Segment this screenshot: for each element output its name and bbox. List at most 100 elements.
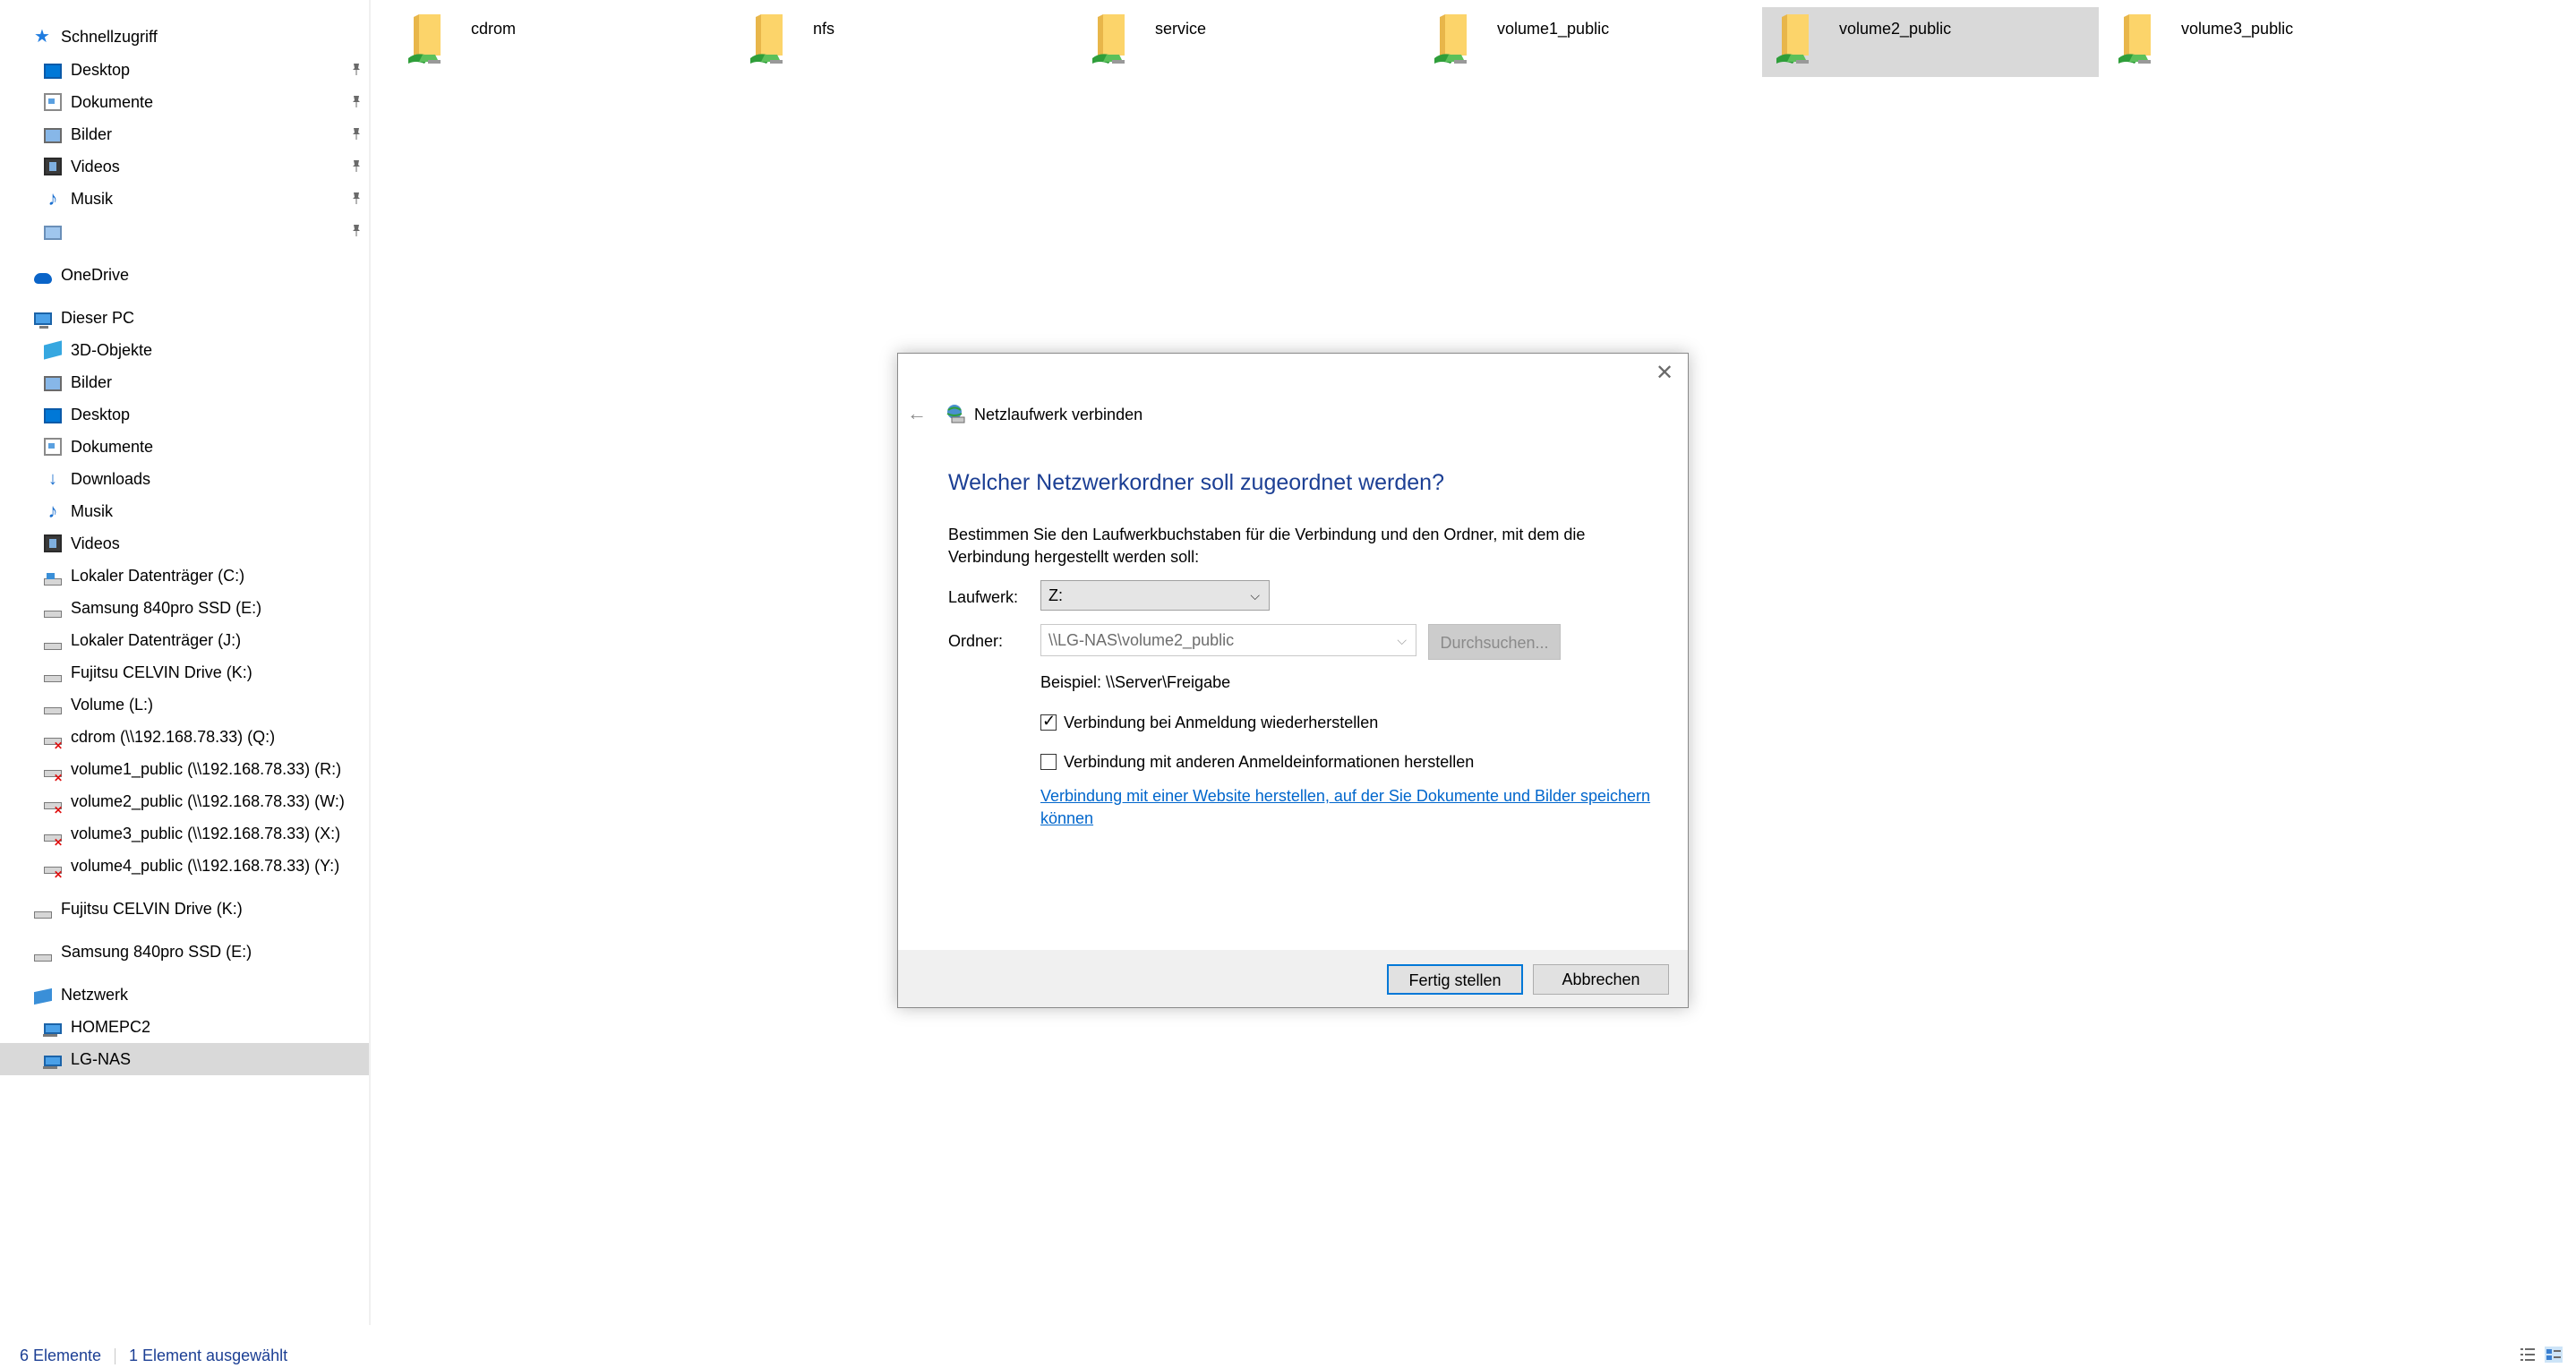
- nav-network[interactable]: Netzwerk: [0, 979, 369, 1011]
- nav-drive-e[interactable]: Samsung 840pro SSD (E:): [0, 592, 369, 624]
- nav-label: 3D-Objekte: [71, 340, 153, 359]
- nav-quick-pictures[interactable]: Bilder: [0, 118, 369, 150]
- onedrive-cloud-icon: [34, 273, 52, 284]
- tiles-view-icon[interactable]: [2545, 1347, 2563, 1363]
- example-path-text: Beispiel: \\Server\Freigabe: [1040, 673, 1231, 691]
- other-credentials-checkbox-row[interactable]: Verbindung mit anderen Anmeldeinformatio…: [1040, 751, 1474, 773]
- dialog-title: Netzlaufwerk verbinden: [974, 406, 1143, 423]
- nav-label: Fujitsu CELVIN Drive (K:): [71, 663, 252, 681]
- folder-tile-nfs[interactable]: nfs: [736, 7, 1073, 77]
- nav-quick-desktop[interactable]: Desktop: [0, 54, 369, 86]
- folder-tile-cdrom[interactable]: cdrom: [394, 7, 731, 77]
- nav-desktop[interactable]: Desktop: [0, 398, 369, 431]
- back-arrow-icon[interactable]: ←: [907, 402, 927, 425]
- shared-folder-icon: [1434, 14, 1467, 64]
- nav-quick-access[interactable]: ★ Schnellzugriff: [0, 21, 369, 53]
- nav-drive-k[interactable]: Fujitsu CELVIN Drive (K:): [0, 656, 369, 688]
- hard-drive-icon: [44, 707, 62, 714]
- nav-documents[interactable]: Dokumente: [0, 431, 369, 463]
- folder-tile-volume2-public[interactable]: volume2_public: [1762, 7, 2099, 77]
- nav-quick-unnamed[interactable]: [0, 215, 369, 247]
- desktop-icon: [44, 63, 62, 79]
- map-network-drive-dialog: ✕ ← Netzlaufwerk verbinden Welcher Netzw…: [897, 353, 1689, 1008]
- nav-label: Desktop: [71, 60, 131, 79]
- nav-netdrive-r[interactable]: volume1_public (\\192.168.78.33) (R:): [0, 753, 369, 785]
- nav-drive-c[interactable]: Lokaler Datenträger (C:): [0, 560, 369, 592]
- nav-homepc2[interactable]: HOMEPC2: [0, 1011, 369, 1043]
- nav-label: LG-NAS: [71, 1049, 132, 1068]
- nav-quick-documents[interactable]: Dokumente: [0, 86, 369, 118]
- disconnected-network-drive-icon: [44, 802, 63, 816]
- nav-videos[interactable]: Videos: [0, 527, 369, 560]
- documents-icon: [44, 93, 62, 111]
- download-arrow-icon: ↓: [48, 469, 57, 489]
- star-icon: ★: [34, 27, 50, 47]
- shared-folder-icon: [408, 14, 441, 64]
- disconnected-network-drive-icon: [44, 738, 63, 751]
- other-credentials-label: Verbindung mit anderen Anmeldeinformatio…: [1064, 752, 1475, 771]
- finish-button[interactable]: Fertig stellen: [1387, 964, 1523, 995]
- folder-path-value: \\LG-NAS\volume2_public: [1048, 631, 1235, 649]
- chevron-down-icon: ⌵: [1397, 633, 1407, 647]
- nav-samsung-drive[interactable]: Samsung 840pro SSD (E:): [0, 936, 369, 968]
- nav-drive-l[interactable]: Volume (L:): [0, 688, 369, 721]
- 3d-objects-icon: [44, 340, 62, 360]
- nav-label: Dieser PC: [61, 308, 135, 327]
- nav-downloads[interactable]: ↓ Downloads: [0, 463, 369, 495]
- item-count: 6 Elemente: [20, 1347, 102, 1364]
- nav-netdrive-y[interactable]: volume4_public (\\192.168.78.33) (Y:): [0, 850, 369, 882]
- nav-netdrive-w[interactable]: volume2_public (\\192.168.78.33) (W:): [0, 785, 369, 817]
- nav-label: Dokumente: [71, 437, 154, 456]
- nav-music[interactable]: ♪ Musik: [0, 495, 369, 527]
- pin-icon: [353, 160, 360, 172]
- folder-tile-service[interactable]: service: [1078, 7, 1415, 77]
- nav-onedrive[interactable]: OneDrive: [0, 259, 369, 291]
- drive-letter-select[interactable]: Z: ⌵: [1040, 580, 1270, 611]
- folder-tile-volume3-public[interactable]: volume3_public: [2104, 7, 2441, 77]
- nav-fujitsu-drive[interactable]: Fujitsu CELVIN Drive (K:): [0, 893, 369, 925]
- folder-tile-volume1-public[interactable]: volume1_public: [1420, 7, 1757, 77]
- dialog-footer: Fertig stellen Abbrechen: [898, 950, 1688, 1007]
- disconnected-network-drive-icon: [44, 834, 63, 848]
- windows-drive-icon: [44, 573, 62, 586]
- pin-icon: [353, 225, 360, 236]
- documents-icon: [44, 438, 62, 456]
- nav-drive-j[interactable]: Lokaler Datenträger (J:): [0, 624, 369, 656]
- nav-label: Bilder: [71, 372, 113, 391]
- browse-button[interactable]: Durchsuchen...: [1428, 624, 1561, 660]
- cancel-button[interactable]: Abbrechen: [1533, 964, 1669, 995]
- drive-label: Laufwerk:: [948, 588, 1019, 606]
- close-icon[interactable]: ✕: [1652, 361, 1677, 386]
- nav-label: Videos: [71, 157, 120, 175]
- network-computer-icon: [43, 1023, 62, 1037]
- website-connect-link[interactable]: Verbindung mit einer Website herstellen,…: [1040, 785, 1667, 830]
- nav-label: Fujitsu CELVIN Drive (K:): [61, 899, 243, 918]
- nav-lg-nas[interactable]: LG-NAS: [0, 1043, 369, 1075]
- status-bar: 6 Elemente 1 Element ausgewählt: [0, 1339, 2576, 1368]
- nav-quick-videos[interactable]: Videos: [0, 150, 369, 183]
- nav-this-pc[interactable]: Dieser PC: [0, 302, 369, 334]
- nav-label: Downloads: [71, 469, 151, 488]
- nav-3d-objects[interactable]: 3D-Objekte: [0, 334, 369, 366]
- details-view-icon[interactable]: [2520, 1347, 2536, 1363]
- nav-netdrive-q[interactable]: cdrom (\\192.168.78.33) (Q:): [0, 721, 369, 753]
- shared-folder-icon: [750, 14, 783, 64]
- folder-path-combobox[interactable]: \\LG-NAS\volume2_public ⌵: [1040, 624, 1416, 656]
- nav-label: volume2_public (\\192.168.78.33) (W:): [71, 791, 345, 810]
- music-icon: ♪: [47, 187, 58, 209]
- hard-drive-icon: [34, 911, 52, 919]
- disconnected-network-drive-icon: [44, 867, 63, 880]
- other-credentials-checkbox[interactable]: [1040, 754, 1057, 770]
- desktop-icon: [44, 407, 62, 423]
- pin-icon: [353, 128, 360, 140]
- reconnect-checkbox-row[interactable]: Verbindung bei Anmeldung wiederherstelle…: [1040, 712, 1378, 733]
- nav-netdrive-x[interactable]: volume3_public (\\192.168.78.33) (X:): [0, 817, 369, 850]
- reconnect-checkbox[interactable]: [1040, 712, 1057, 731]
- nav-pictures[interactable]: Bilder: [0, 366, 369, 398]
- nav-label: Samsung 840pro SSD (E:): [61, 942, 252, 961]
- dialog-description: Bestimmen Sie den Laufwerkbuchstaben für…: [948, 526, 1586, 566]
- nav-label: Desktop: [71, 405, 131, 423]
- network-icon: [34, 988, 52, 1005]
- nav-label: HOMEPC2: [71, 1017, 151, 1036]
- nav-quick-music[interactable]: ♪ Musik: [0, 183, 369, 215]
